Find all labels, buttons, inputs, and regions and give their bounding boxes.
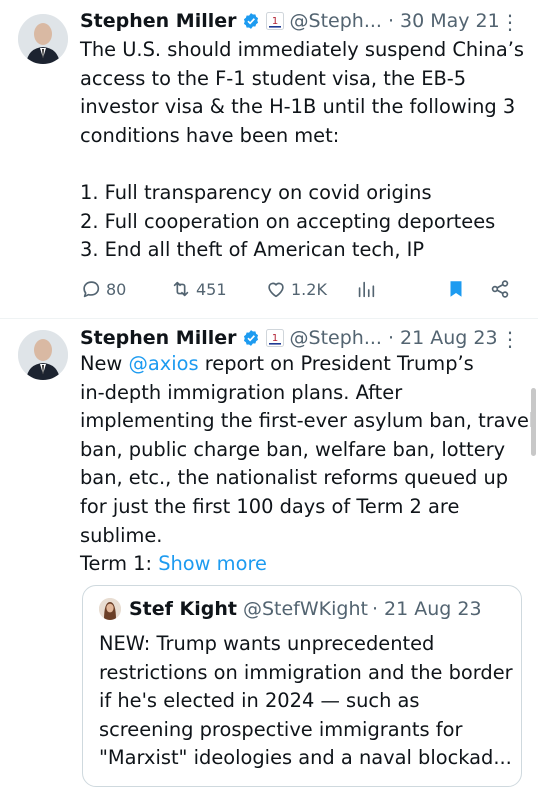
quoted-tweet-header: Stef Kight @StefWKight · 21 Aug 23 <box>99 598 482 620</box>
tweet-text-line: in-depth immigration plans. After <box>80 380 403 404</box>
bookmark-button[interactable] <box>445 278 489 300</box>
like-button[interactable]: 1.2K <box>265 278 355 300</box>
scrollbar[interactable] <box>531 388 536 456</box>
tweet-text-line: for just the first 100 days of Term 2 ar… <box>80 494 460 518</box>
author-name[interactable]: Stephen Miller <box>80 10 237 32</box>
tweet-text-line: sublime. <box>80 523 163 547</box>
tweet-date[interactable]: · 30 May 21 <box>388 10 500 32</box>
tweet-text-line: Term 1: Show more <box>80 550 520 579</box>
quoted-tweet-date: · 21 Aug 23 <box>371 598 482 620</box>
tweet-date[interactable]: · 21 Aug 23 <box>388 327 498 349</box>
term-prefix: Term 1: <box>80 552 159 576</box>
tweet-text-line: implementing the first-ever asylum ban, … <box>80 409 535 433</box>
reply-count: 80 <box>106 279 127 299</box>
tweet-text-line: 3. End all theft of American tech, IP <box>80 238 425 262</box>
quoted-text-line: restrictions on immigration and the bord… <box>99 660 513 684</box>
author-name[interactable]: Stephen Miller <box>80 327 237 349</box>
analytics-icon <box>358 281 375 298</box>
affiliation-badge-icon: 1 <box>265 329 284 347</box>
mention-link[interactable]: @axios <box>128 352 198 375</box>
tweet-text: The U.S. should immediately suspend Chin… <box>80 36 525 265</box>
tweet-text-line: ban, etc., the nationalist reforms queue… <box>80 466 509 490</box>
retweet-button[interactable]: 451 <box>170 278 265 300</box>
quoted-text-line: screening prospective immigrants for <box>99 717 463 741</box>
tweet-header: Stephen Miller 1 @Steph... · 21 Aug 23 <box>80 323 526 353</box>
tweet-text-line: investor visa & the H-1B until the follo… <box>80 95 516 119</box>
quoted-text-line: NEW: Trump wants unprecedented <box>99 632 435 655</box>
author-handle[interactable]: @Steph... <box>290 327 382 349</box>
quoted-author-handle[interactable]: @StefWKight <box>243 598 368 620</box>
tweet-text-line: conditions have been met: <box>80 123 340 147</box>
tweet-text-line: The U.S. should immediately suspend Chin… <box>80 38 525 61</box>
text-line1-rest: report on President Trump’s <box>198 352 474 375</box>
bookmark-icon <box>450 281 462 297</box>
heart-icon <box>268 282 284 298</box>
share-icon <box>491 280 509 298</box>
avatar[interactable] <box>18 14 68 64</box>
verified-badge-icon <box>242 329 260 347</box>
tweet-1[interactable]: Stephen Miller 1 @Steph... · 30 May 21 ⋮… <box>0 0 538 318</box>
views-button[interactable] <box>355 278 445 300</box>
tweet-text-line: 1. Full transparency on covid origins <box>80 180 432 204</box>
affiliation-badge-label: 1 <box>271 333 277 344</box>
text-prefix: New <box>80 352 129 375</box>
quoted-text-line: if he's elected in 2024 — such as <box>99 689 420 713</box>
quoted-tweet-text: NEW: Trump wants unprecedented restricti… <box>99 630 513 773</box>
author-handle[interactable]: @Steph... <box>290 10 382 32</box>
more-options-icon[interactable]: ⋮ <box>500 10 520 34</box>
verified-badge-icon <box>242 12 260 30</box>
reply-icon <box>83 281 100 298</box>
like-count: 1.2K <box>291 279 327 299</box>
more-options-icon[interactable]: ⋮ <box>500 327 520 351</box>
quoted-tweet[interactable]: Stef Kight @StefWKight · 21 Aug 23 NEW: … <box>82 585 522 787</box>
reply-button[interactable]: 80 <box>80 278 170 300</box>
tweet-actions: 80 451 1.2K <box>80 274 520 304</box>
affiliation-badge-label: 1 <box>271 16 277 27</box>
retweet-icon <box>173 281 189 297</box>
tweet-text-line: ban, public charge ban, welfare ban, lot… <box>80 437 506 461</box>
affiliation-badge-icon: 1 <box>265 12 284 30</box>
tweet-2[interactable]: Stephen Miller 1 @Steph... · 21 Aug 23 ⋮… <box>0 319 538 800</box>
avatar[interactable] <box>18 330 68 380</box>
retweet-count: 451 <box>196 279 227 299</box>
show-more-link[interactable]: Show more <box>158 552 267 575</box>
tweet-header: Stephen Miller 1 @Steph... · 30 May 21 <box>80 6 526 36</box>
tweet-text-line: access to the F-1 student visa, the EB-5 <box>80 66 467 90</box>
quoted-text-line: "Marxist" ideologies and a naval blockad… <box>99 746 512 770</box>
tweet-text-line: New @axios report on President Trump’s <box>80 350 520 379</box>
tweet-text-line: 2. Full cooperation on accepting deporte… <box>80 209 496 233</box>
quoted-avatar <box>99 598 121 620</box>
share-button[interactable] <box>489 278 511 300</box>
tweet-text-line <box>80 150 520 179</box>
quoted-author-name[interactable]: Stef Kight <box>129 598 237 620</box>
tweet-text: New @axios report on President Trump’s i… <box>80 350 535 579</box>
